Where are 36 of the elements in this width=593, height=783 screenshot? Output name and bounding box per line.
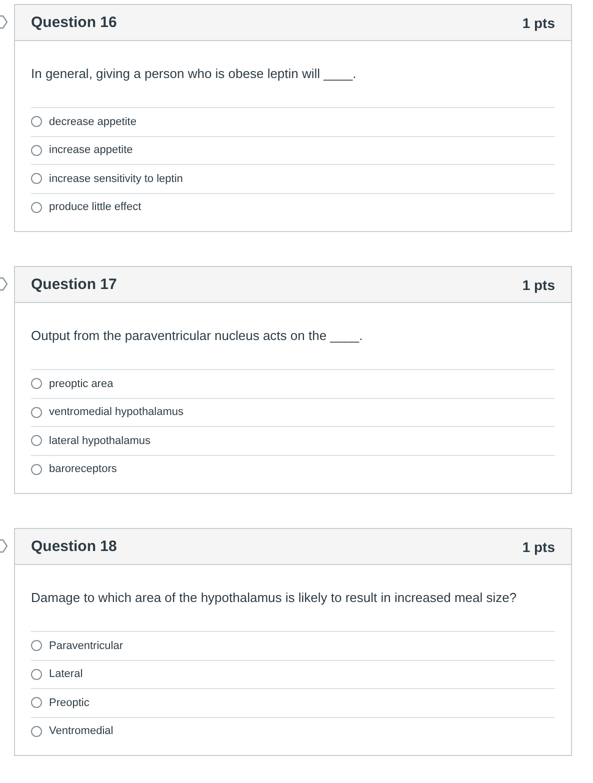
question-title: Question 17 xyxy=(31,276,117,293)
answer-option[interactable]: ventromedial hypothalamus xyxy=(49,406,184,418)
radio-button[interactable] xyxy=(31,464,42,475)
question-text: Damage to which area of the hypothalamus is likely to result in increased meal size? xyxy=(31,589,518,607)
question-title: Question 16 xyxy=(31,14,117,31)
radio-button[interactable] xyxy=(31,116,42,128)
answer-option[interactable]: Paraventricular xyxy=(49,640,123,652)
arrow-marker-icon xyxy=(0,15,8,29)
radio-button[interactable] xyxy=(31,640,42,652)
radio-button[interactable] xyxy=(31,173,42,184)
points-label: 1 pts xyxy=(522,276,555,292)
answer-option[interactable]: preoptic area xyxy=(49,378,114,390)
answer-option[interactable]: Lateral xyxy=(49,668,83,680)
radio-button[interactable] xyxy=(31,668,42,680)
answer-option[interactable]: decrease appetite xyxy=(49,116,136,128)
radio-button[interactable] xyxy=(31,144,42,156)
radio-button[interactable] xyxy=(31,406,42,418)
answer-option[interactable]: increase appetite xyxy=(49,144,133,156)
points-label: 1 pts xyxy=(522,14,555,30)
answer-option[interactable]: Preoptic xyxy=(49,696,90,709)
arrow-marker-icon xyxy=(0,539,8,553)
radio-button[interactable] xyxy=(31,697,42,708)
answer-option[interactable]: produce little effect xyxy=(49,201,142,214)
answer-option[interactable]: increase sensitivity to leptin xyxy=(49,172,183,185)
answer-option[interactable]: Ventromedial xyxy=(49,725,114,738)
radio-button[interactable] xyxy=(31,435,42,446)
question-text: In general, giving a person who is obese leptin will ____. xyxy=(31,65,358,83)
radio-button[interactable] xyxy=(31,202,42,213)
radio-button[interactable] xyxy=(31,726,42,737)
radio-button[interactable] xyxy=(31,378,42,390)
arrow-marker-icon xyxy=(0,277,8,291)
answer-option[interactable]: baroreceptors xyxy=(49,463,117,476)
question-text: Output from the paraventricular nucleus acts on the ____. xyxy=(31,327,364,345)
points-label: 1 pts xyxy=(522,538,555,554)
answer-option[interactable]: lateral hypothalamus xyxy=(49,434,151,447)
question-title: Question 18 xyxy=(31,538,117,555)
